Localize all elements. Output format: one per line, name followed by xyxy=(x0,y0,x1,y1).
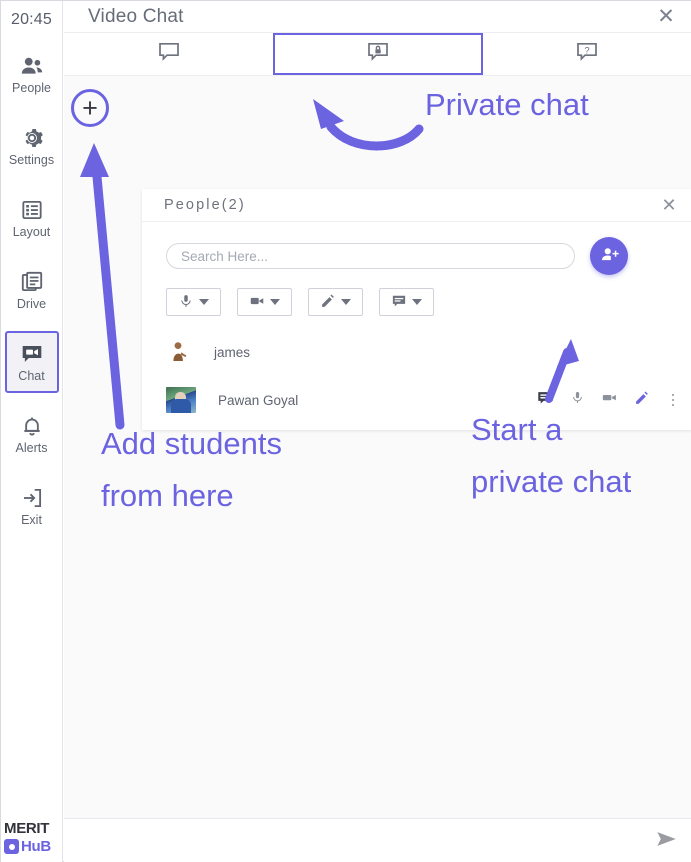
app-root: 20:45 People Settings Layout Drive Chat … xyxy=(0,0,691,862)
people-filter-row xyxy=(142,275,691,316)
mic-filter-button[interactable] xyxy=(166,288,221,316)
window-titlebar: Video Chat ✕ xyxy=(64,1,691,33)
chat-content-area: People(2) ✕ Search Here... james Pawan G… xyxy=(64,76,691,862)
people-panel-title: People(2) xyxy=(164,197,246,213)
sidebar-item-label: Layout xyxy=(12,225,51,240)
video-camera-icon[interactable] xyxy=(601,389,618,411)
exit-icon xyxy=(19,485,45,511)
add-person-button[interactable] xyxy=(590,237,628,275)
video-chat-window: Video Chat ✕ ? People(2) ✕ Search Here..… xyxy=(64,1,691,862)
person-name: Pawan Goyal xyxy=(218,392,299,408)
camera-filter-button[interactable] xyxy=(237,288,292,316)
bell-icon xyxy=(19,413,45,439)
gear-icon xyxy=(19,125,45,151)
sidebar-item-drive[interactable]: Drive xyxy=(5,259,59,321)
brand-merit-text: MERIT xyxy=(4,820,50,837)
people-panel-header: People(2) ✕ xyxy=(142,189,691,222)
sidebar-item-layout[interactable]: Layout xyxy=(5,187,59,249)
person-row-actions xyxy=(537,376,680,424)
page-title: Video Chat xyxy=(88,5,184,27)
chat-icon xyxy=(19,341,45,367)
brand-hub-text: HuB xyxy=(21,838,51,855)
send-icon xyxy=(653,826,679,855)
svg-text:?: ? xyxy=(585,45,590,56)
sidebar: 20:45 People Settings Layout Drive Chat … xyxy=(1,1,63,862)
brand-hub-row: HuB xyxy=(4,838,62,855)
people-list: james Pawan Goyal xyxy=(142,328,691,424)
close-icon[interactable]: ✕ xyxy=(654,5,678,29)
sidebar-item-label: Drive xyxy=(16,297,47,312)
sidebar-item-label: Exit xyxy=(21,513,42,528)
sidebar-item-label: Alerts xyxy=(15,441,48,456)
send-button[interactable] xyxy=(640,820,691,862)
tab-private-chat[interactable] xyxy=(273,33,483,75)
people-panel: People(2) ✕ Search Here... james Pawan G… xyxy=(142,189,691,430)
tab-public-chat[interactable] xyxy=(64,33,273,75)
clock: 20:45 xyxy=(10,11,53,28)
sidebar-item-alerts[interactable]: Alerts xyxy=(5,403,59,465)
search-input[interactable] xyxy=(166,243,575,269)
layout-icon xyxy=(19,197,45,223)
message-input[interactable] xyxy=(64,819,640,862)
private-chat-icon[interactable] xyxy=(537,389,554,411)
chevron-down-icon xyxy=(341,299,351,305)
pencil-filter-button[interactable] xyxy=(308,288,363,316)
list-item[interactable]: james xyxy=(142,328,691,376)
sidebar-item-label: Chat xyxy=(18,369,45,384)
chevron-down-icon xyxy=(270,299,280,305)
chevron-down-icon xyxy=(199,299,209,305)
chat-bubble-icon xyxy=(156,39,182,70)
sidebar-item-label: People xyxy=(12,81,51,96)
chat-filter-button[interactable] xyxy=(379,288,434,316)
person-add-icon xyxy=(599,244,620,268)
sidebar-item-people[interactable]: People xyxy=(5,43,59,105)
sidebar-item-label: Settings xyxy=(8,153,55,168)
close-icon[interactable]: ✕ xyxy=(658,194,680,216)
brand-logo: MERIT HuB xyxy=(4,821,62,855)
more-options-icon[interactable] xyxy=(666,391,680,409)
chat-square-icon xyxy=(391,293,407,312)
pencil-icon xyxy=(320,293,336,312)
message-bar xyxy=(64,818,691,862)
people-icon xyxy=(19,53,45,79)
sidebar-item-chat[interactable]: Chat xyxy=(4,331,59,393)
brand-badge-icon xyxy=(4,839,19,854)
people-search-row xyxy=(142,222,691,275)
person-name: james xyxy=(214,344,251,360)
microphone-icon[interactable] xyxy=(570,390,585,410)
question-bubble-icon: ? xyxy=(574,39,600,70)
sidebar-item-settings[interactable]: Settings xyxy=(5,115,59,177)
drive-icon xyxy=(19,269,45,295)
chat-tabs: ? xyxy=(64,33,691,76)
sidebar-item-exit[interactable]: Exit xyxy=(5,475,59,537)
avatar xyxy=(166,387,196,413)
avatar xyxy=(166,339,192,365)
pencil-icon[interactable] xyxy=(634,390,650,411)
video-camera-icon xyxy=(249,293,265,312)
microphone-icon xyxy=(178,293,194,312)
list-item[interactable]: Pawan Goyal xyxy=(142,376,691,424)
tab-help-chat[interactable]: ? xyxy=(483,33,691,75)
lock-bubble-icon xyxy=(365,39,391,70)
chevron-down-icon xyxy=(412,299,422,305)
